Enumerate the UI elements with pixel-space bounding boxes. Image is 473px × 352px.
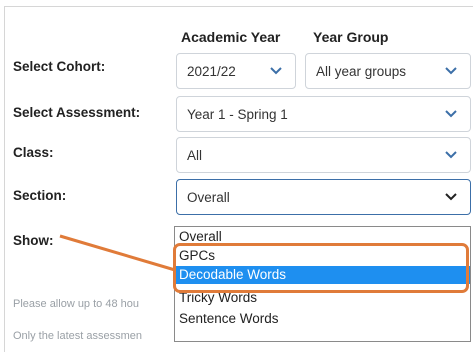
select-assessment-label: Select Assessment: bbox=[13, 105, 141, 120]
assessment-select[interactable]: Year 1 - Spring 1 bbox=[176, 96, 471, 132]
academic-year-select[interactable]: 2021/22 bbox=[176, 53, 296, 89]
assessment-value: Year 1 - Spring 1 bbox=[187, 106, 288, 122]
chevron-down-icon bbox=[445, 193, 457, 201]
class-select[interactable]: All bbox=[176, 137, 471, 173]
show-label: Show: bbox=[13, 233, 54, 248]
section-label: Section: bbox=[13, 188, 67, 203]
class-label: Class: bbox=[13, 145, 54, 160]
notice-processing-time: Please allow up to 48 hou bbox=[13, 298, 139, 310]
academic-year-value: 2021/22 bbox=[187, 63, 236, 79]
notice-latest-assessment: Only the latest assessmen bbox=[13, 330, 143, 342]
class-value: All bbox=[187, 147, 203, 163]
year-group-header: Year Group bbox=[313, 29, 389, 45]
section-select[interactable]: Overall bbox=[176, 179, 471, 215]
year-group-value: All year groups bbox=[316, 63, 407, 79]
annotation-highlight-box bbox=[173, 243, 469, 293]
academic-year-header: Academic Year bbox=[181, 29, 281, 45]
chevron-down-icon bbox=[445, 151, 457, 159]
option-sentence-words[interactable]: Sentence Words bbox=[175, 310, 470, 328]
chevron-down-icon bbox=[445, 110, 457, 118]
chevron-down-icon bbox=[445, 67, 457, 75]
select-cohort-label: Select Cohort: bbox=[13, 59, 106, 74]
chevron-down-icon bbox=[270, 67, 282, 75]
section-value: Overall bbox=[187, 189, 230, 205]
year-group-select[interactable]: All year groups bbox=[305, 53, 471, 89]
